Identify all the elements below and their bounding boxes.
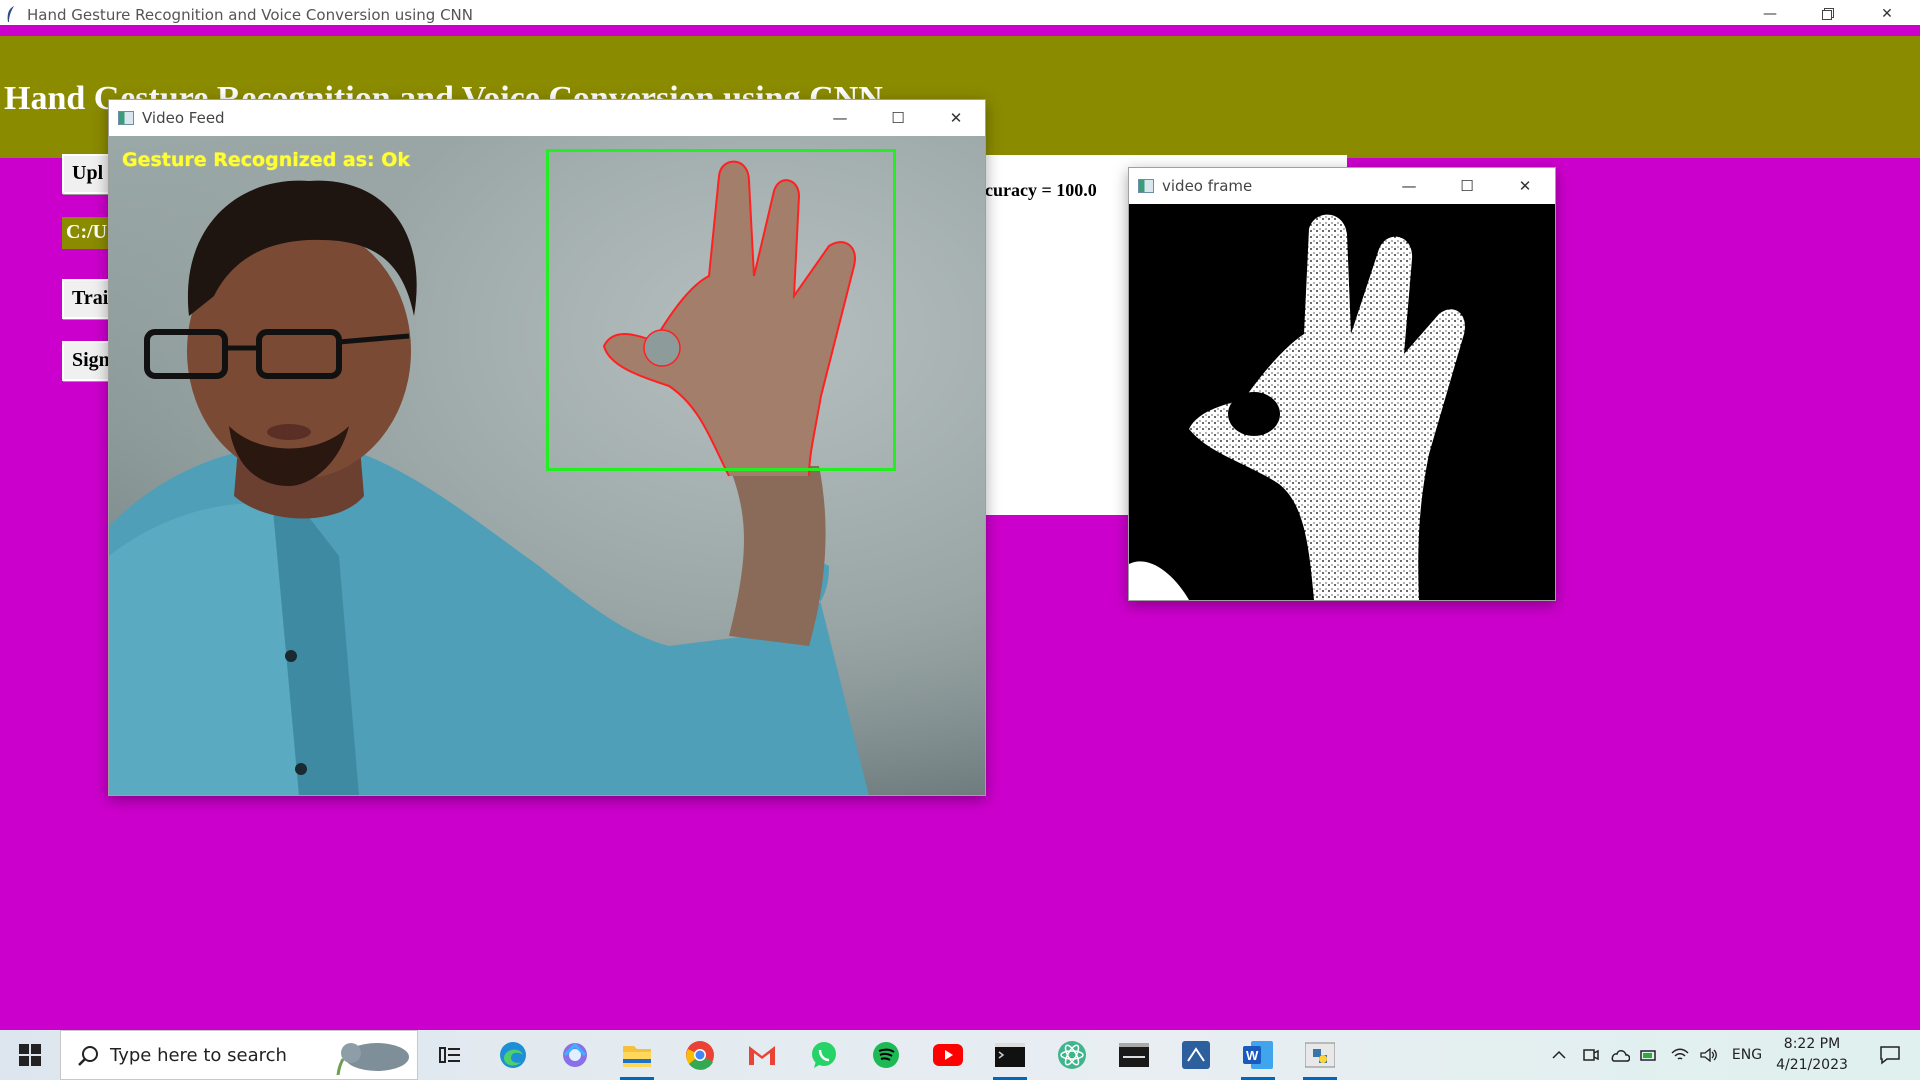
copilot-icon[interactable] bbox=[552, 1037, 598, 1073]
app-titlebar: Hand Gesture Recognition and Voice Conve… bbox=[0, 0, 1920, 29]
notification-button[interactable] bbox=[1866, 1030, 1914, 1080]
search-icon bbox=[78, 1046, 98, 1066]
python-icon[interactable] bbox=[1297, 1037, 1343, 1080]
start-button[interactable] bbox=[0, 1030, 60, 1080]
video-feed-maximize-button[interactable]: ☐ bbox=[869, 100, 927, 136]
show-hidden-icons-button[interactable] bbox=[1546, 1030, 1572, 1080]
visual-studio-icon[interactable] bbox=[1173, 1037, 1219, 1073]
video-frame-minimize-button[interactable]: — bbox=[1380, 168, 1438, 204]
taskbar-search-box[interactable]: Type here to search bbox=[60, 1030, 418, 1080]
battery-icon[interactable] bbox=[1636, 1030, 1662, 1080]
youtube-icon[interactable] bbox=[925, 1037, 971, 1073]
wifi-icon[interactable] bbox=[1666, 1030, 1694, 1080]
file-explorer-icon[interactable] bbox=[614, 1037, 660, 1080]
video-feed-title: Video Feed bbox=[142, 109, 225, 127]
meet-now-icon[interactable] bbox=[1578, 1030, 1604, 1080]
gesture-recognized-label: Gesture Recognized as: Ok bbox=[122, 149, 411, 171]
mysql-icon[interactable] bbox=[1111, 1037, 1157, 1073]
window-app-icon bbox=[118, 111, 134, 125]
video-frame-window: video frame — ☐ ✕ bbox=[1128, 167, 1556, 601]
taskbar: Type here to search W ENG 8:22 PM 4/21/2… bbox=[0, 1030, 1920, 1080]
search-placeholder: Type here to search bbox=[110, 1045, 287, 1066]
video-frame-close-button[interactable]: ✕ bbox=[1496, 168, 1554, 204]
accuracy-text: curacy = 100.0 bbox=[985, 180, 1097, 200]
binary-mask-canvas bbox=[1129, 204, 1555, 600]
task-view-icon[interactable] bbox=[427, 1037, 473, 1073]
video-feed-titlebar[interactable]: Video Feed — ☐ ✕ bbox=[109, 100, 985, 136]
app-close-button[interactable]: ✕ bbox=[1858, 0, 1916, 28]
volume-icon[interactable] bbox=[1696, 1030, 1722, 1080]
video-feed-canvas: Gesture Recognized as: Ok bbox=[109, 136, 985, 795]
window-app-icon bbox=[1138, 179, 1154, 193]
video-frame-maximize-button[interactable]: ☐ bbox=[1438, 168, 1496, 204]
spotify-icon[interactable] bbox=[863, 1037, 909, 1073]
whatsapp-icon[interactable] bbox=[801, 1037, 847, 1073]
notification-icon bbox=[1880, 1046, 1900, 1065]
app-minimize-button[interactable]: — bbox=[1741, 0, 1799, 28]
hand-mask-image bbox=[1129, 214, 1465, 600]
chrome-icon[interactable] bbox=[677, 1037, 723, 1073]
restore-icon bbox=[1822, 8, 1834, 20]
video-feed-close-button[interactable]: ✕ bbox=[927, 100, 985, 136]
video-feed-window: Video Feed — ☐ ✕ Gesture Recognized as: … bbox=[108, 99, 986, 796]
atom-icon[interactable] bbox=[1049, 1037, 1095, 1073]
taskbar-clock[interactable]: 8:22 PM 4/21/2023 bbox=[1764, 1034, 1860, 1076]
word-icon[interactable]: W bbox=[1235, 1037, 1281, 1080]
chevron-up-icon bbox=[1552, 1050, 1566, 1059]
windows-logo-icon bbox=[19, 1044, 41, 1066]
edge-icon[interactable] bbox=[490, 1037, 536, 1073]
onedrive-icon[interactable] bbox=[1606, 1030, 1634, 1080]
feather-icon bbox=[7, 6, 14, 22]
video-frame-titlebar[interactable]: video frame — ☐ ✕ bbox=[1129, 168, 1555, 204]
manatee-icon bbox=[336, 1043, 409, 1075]
video-feed-minimize-button[interactable]: — bbox=[811, 100, 869, 136]
gmail-icon[interactable] bbox=[739, 1037, 785, 1073]
video-frame-title: video frame bbox=[1162, 177, 1253, 195]
clock-time: 8:22 PM bbox=[1783, 1036, 1841, 1052]
clock-date: 4/21/2023 bbox=[1776, 1057, 1848, 1073]
svg-text:W: W bbox=[1246, 1048, 1259, 1063]
terminal-icon[interactable] bbox=[987, 1037, 1033, 1080]
hand-roi-box bbox=[546, 149, 896, 471]
app-restore-button[interactable] bbox=[1799, 0, 1857, 28]
app-window-title: Hand Gesture Recognition and Voice Conve… bbox=[27, 6, 473, 24]
